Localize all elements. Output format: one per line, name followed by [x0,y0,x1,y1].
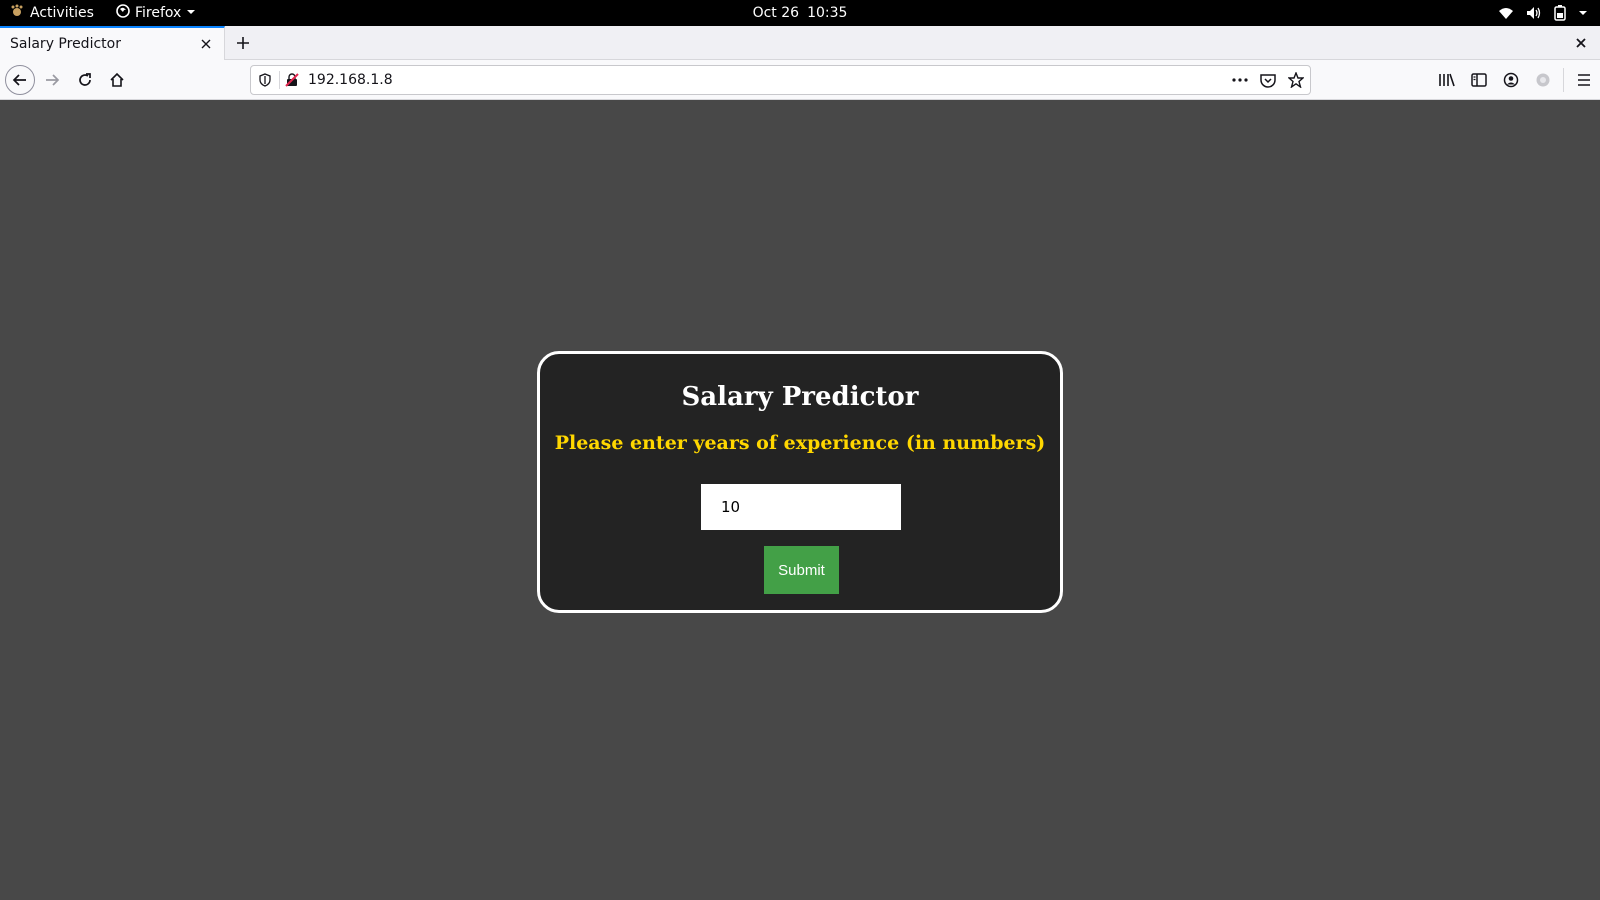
page-title: Salary Predictor [681,382,919,412]
system-top-bar: Activities Firefox Oct 26 10:35 [0,0,1600,26]
experience-input[interactable] [701,484,901,530]
url-text[interactable]: 192.168.1.8 [304,72,1226,88]
home-icon [110,72,124,87]
wifi-icon [1498,6,1514,20]
firefox-icon [116,4,130,22]
battery-icon [1554,5,1566,21]
navigation-bar: 192.168.1.8 [0,60,1600,100]
close-icon [1576,38,1586,48]
app-menu[interactable]: Firefox [116,0,196,26]
reload-button[interactable] [70,65,100,95]
experience-prompt: Please enter years of experience (in num… [554,432,1046,454]
toolbar-right [1431,65,1600,95]
hamburger-menu-icon[interactable] [1568,65,1600,95]
close-tab-icon[interactable] [198,36,214,52]
account-icon[interactable] [1495,65,1527,95]
page-actions-icon[interactable] [1226,66,1254,94]
salary-predictor-card: Salary Predictor Please enter years of e… [537,351,1063,613]
library-icon[interactable] [1431,65,1463,95]
system-tray[interactable] [1498,0,1588,26]
tracking-protection-shield-icon[interactable] [251,66,279,94]
gnome-foot-icon [10,4,24,22]
toolbar-separator [1563,68,1564,92]
tab-salary-predictor[interactable]: Salary Predictor [0,26,225,60]
volume-icon [1526,6,1542,20]
bookmark-star-icon[interactable] [1282,66,1310,94]
clock-date: Oct 26 [752,5,800,21]
sidebar-icon[interactable] [1463,65,1495,95]
reload-icon [79,73,91,86]
activities-label: Activities [30,5,94,21]
insecure-lock-icon[interactable] [280,66,304,94]
arrow-right-icon [46,74,60,86]
system-menu-chevron-icon [1578,8,1588,18]
clock[interactable]: Oct 26 10:35 [0,0,1600,26]
close-window-button[interactable] [1572,34,1590,52]
new-tab-button[interactable] [231,31,255,55]
submit-button[interactable]: Submit [764,546,839,594]
tab-strip: Salary Predictor [0,26,1600,60]
back-button[interactable] [5,65,35,95]
url-bar[interactable]: 192.168.1.8 [250,65,1311,95]
clock-time: 10:35 [807,5,848,21]
tab-title: Salary Predictor [10,36,121,52]
chevron-down-icon [186,5,196,21]
arrow-left-icon [12,74,26,86]
app-menu-label: Firefox [135,5,182,21]
pocket-icon[interactable] [1254,66,1282,94]
activities-button[interactable]: Activities [10,0,94,26]
home-button[interactable] [102,65,132,95]
extension-icon[interactable] [1527,65,1559,95]
plus-icon [237,37,249,49]
forward-button[interactable] [37,65,67,95]
